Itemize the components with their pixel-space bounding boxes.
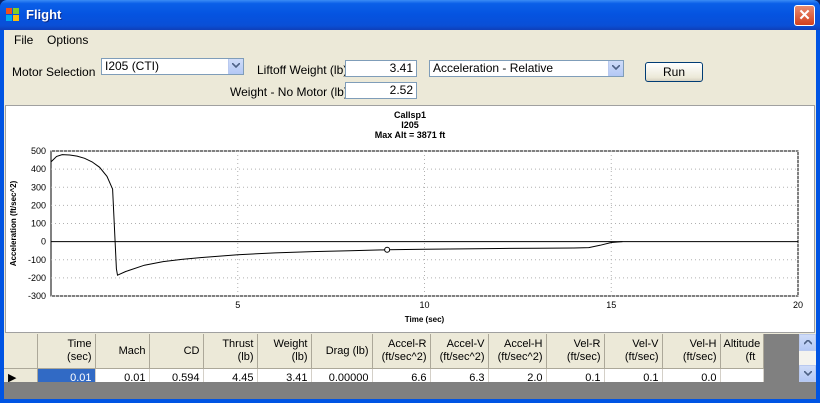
table-header-row: Time (sec) Mach CD Thrust (lb) Weight (lb) … <box>4 334 765 369</box>
flight-window: Flight ✕ File Options Motor Selection I2… <box>0 0 820 403</box>
chevron-up-icon <box>804 340 812 345</box>
app-icon <box>6 8 19 21</box>
menu-options[interactable]: Options <box>47 33 88 47</box>
data-table: Time (sec) Mach CD Thrust (lb) Weight (lb) … <box>4 334 765 387</box>
chevron-down-icon <box>608 61 623 76</box>
column-header[interactable]: Time (sec) <box>37 334 96 369</box>
column-header[interactable]: CD <box>149 334 204 369</box>
column-header[interactable]: Vel-V (ft/sec) <box>604 334 663 369</box>
weight-no-motor-label: Weight - No Motor (lb) <box>230 85 348 99</box>
weight-no-motor-field[interactable]: 2.52 <box>345 82 417 99</box>
close-icon: ✕ <box>798 7 811 24</box>
data-grid: Time (sec) Mach CD Thrust (lb) Weight (lb) … <box>4 334 816 399</box>
y-tick-label: 100 <box>31 219 46 229</box>
y-tick-label: 200 <box>31 200 46 210</box>
column-header[interactable]: Mach <box>95 334 150 369</box>
liftoff-weight-field[interactable]: 3.41 <box>345 60 417 77</box>
motor-select[interactable]: I205 (CTI) <box>101 58 244 75</box>
scroll-down-button[interactable] <box>799 365 816 382</box>
y-tick-label: 500 <box>31 146 46 156</box>
vertical-scrollbar[interactable] <box>799 334 816 382</box>
chevron-down-icon <box>228 59 243 74</box>
acceleration-chart: Callsp1I205Max Alt = 3871 ft 5 10 15 20 500 40… <box>9 110 803 324</box>
column-header[interactable]: Weight (lb) <box>257 334 312 369</box>
scroll-up-button[interactable] <box>799 334 816 351</box>
x-tick-label: 5 <box>235 300 240 310</box>
liftoff-weight-label: Liftoff Weight (lb) <box>257 63 348 77</box>
row-header-corner <box>4 334 38 369</box>
cursor-marker <box>384 246 391 253</box>
column-header[interactable]: Thrust (lb) <box>203 334 258 369</box>
acceleration-series-line <box>50 154 623 276</box>
column-header[interactable]: Altitude (ft <box>720 334 765 369</box>
y-tick-label: 300 <box>31 182 46 192</box>
chart-title-line: Max Alt = 3871 ft <box>375 130 445 140</box>
chart-panel: Callsp1 I205 Max Alt = 3871 ft 5 10 15 20 500 40… <box>5 105 815 333</box>
x-tick-label: 10 <box>419 300 429 310</box>
title-bar[interactable]: Flight ✕ <box>0 0 820 30</box>
chevron-down-icon <box>804 371 812 376</box>
controls-panel: Motor Selection I205 (CTI) Liftoff Weigh… <box>4 50 816 102</box>
y-tick-label: 0 <box>41 237 46 247</box>
chart-title-line: Callsp1 <box>394 110 426 120</box>
y-tick-label: 400 <box>31 164 46 174</box>
column-header[interactable]: Drag (lb) <box>311 334 373 369</box>
close-button[interactable]: ✕ <box>794 5 815 26</box>
y-tick-label: -100 <box>28 255 46 265</box>
x-tick-label: 15 <box>606 300 616 310</box>
y-axis-label: Acceleration (ft/sec^2) <box>9 180 18 266</box>
y-tick-label: -300 <box>28 291 46 301</box>
chart-title-line: I205 <box>401 120 419 130</box>
run-button[interactable]: Run <box>645 62 703 82</box>
menu-file[interactable]: File <box>14 33 33 47</box>
x-tick-label: 20 <box>793 300 803 310</box>
plot-type-select[interactable]: Acceleration - Relative <box>429 60 624 77</box>
y-tick-label: -200 <box>28 273 46 283</box>
horizontal-scrollbar[interactable] <box>4 382 816 399</box>
plot-type-value: Acceleration - Relative <box>433 61 554 75</box>
motor-selection-label: Motor Selection <box>12 65 96 79</box>
column-header[interactable]: Vel-R (ft/sec) <box>546 334 605 369</box>
column-header[interactable]: Accel-R (ft/sec^2) <box>372 334 431 369</box>
x-axis-label: Time (sec) <box>405 315 445 324</box>
motor-select-value: I205 (CTI) <box>105 59 160 73</box>
menu-bar: File Options <box>4 30 816 50</box>
column-header[interactable]: Accel-H (ft/sec^2) <box>488 334 547 369</box>
column-header[interactable]: Accel-V (ft/sec^2) <box>430 334 489 369</box>
window-title: Flight <box>26 7 62 22</box>
column-header[interactable]: Vel-H (ft/sec) <box>662 334 721 369</box>
client-area: File Options Motor Selection I205 (CTI) … <box>4 30 816 399</box>
